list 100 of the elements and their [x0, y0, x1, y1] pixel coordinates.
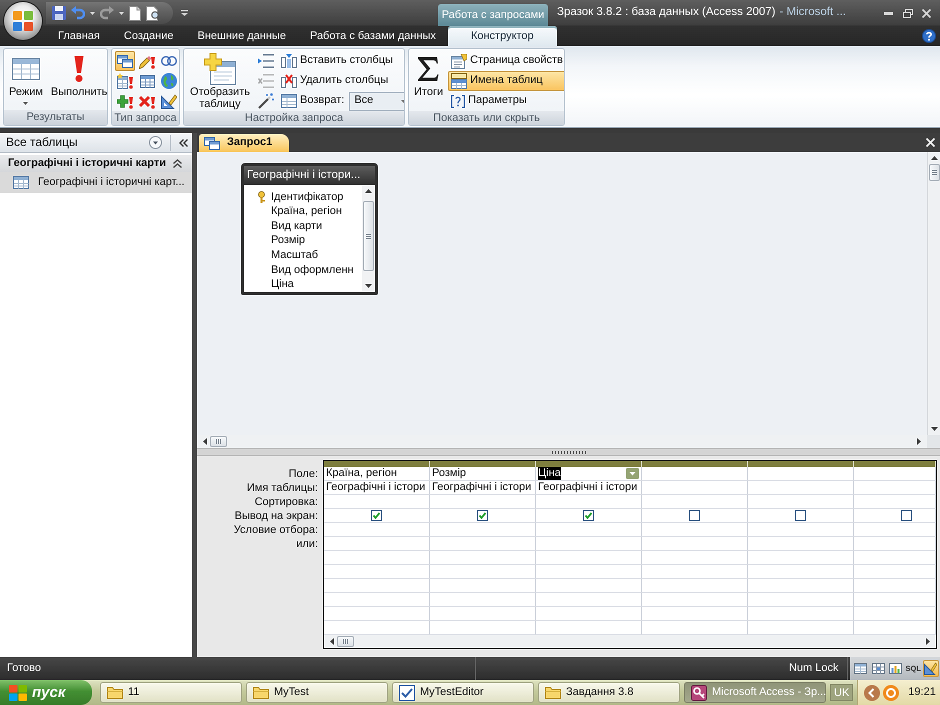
or-cell[interactable]: [324, 565, 430, 579]
column-selector[interactable]: [748, 461, 854, 467]
table-name-cell[interactable]: [748, 481, 854, 495]
or-cell[interactable]: [854, 593, 936, 607]
vertical-scrollbar[interactable]: [362, 185, 375, 292]
show-checkbox[interactable]: [583, 510, 594, 521]
scrollbar-thumb[interactable]: [337, 636, 354, 647]
show-table-button[interactable]: Отобразить таблицу: [186, 51, 254, 111]
taskbar-button[interactable]: MyTestEditor: [392, 682, 534, 703]
dropdown-circle-icon[interactable]: [149, 136, 162, 149]
or-cell[interactable]: [324, 537, 430, 551]
table-field[interactable]: Вид оформленн: [258, 262, 362, 278]
table-field[interactable]: Вид карти: [258, 219, 362, 234]
field-cell[interactable]: Країна, регіон: [324, 467, 430, 481]
page-icon[interactable]: [129, 6, 141, 20]
sort-cell[interactable]: [748, 495, 854, 509]
right-arrow-icon[interactable]: [926, 638, 930, 645]
criteria-cell[interactable]: [324, 523, 430, 537]
view-button[interactable]: [888, 660, 904, 677]
row-tool-button[interactable]: [256, 91, 276, 111]
right-arrow-icon[interactable]: [917, 438, 921, 445]
query-type-button[interactable]: [115, 71, 135, 91]
down-arrow-icon[interactable]: [365, 284, 372, 288]
row-tool-button[interactable]: [256, 51, 276, 71]
or-cell[interactable]: [430, 551, 536, 565]
show-checkbox[interactable]: [689, 510, 700, 521]
column-tool-button[interactable]: Удалить столбцы: [278, 71, 404, 91]
show-checkbox[interactable]: [901, 510, 912, 521]
field-cell[interactable]: Ціна: [536, 467, 642, 481]
left-arrow-icon[interactable]: [330, 638, 334, 645]
grip-icon[interactable]: [552, 450, 586, 454]
table-field[interactable]: Розмір: [258, 234, 362, 248]
ribbon-tab[interactable]: Внешние данные: [186, 26, 298, 46]
column-tool-button[interactable]: Вставить столбцы: [278, 51, 404, 71]
office-button[interactable]: [4, 2, 42, 40]
field-cell[interactable]: Розмір: [430, 467, 536, 481]
or-cell[interactable]: [748, 593, 854, 607]
up-arrow-icon[interactable]: [365, 189, 372, 193]
ribbon-tab[interactable]: Конструктор: [448, 26, 557, 46]
or-cell[interactable]: [642, 593, 748, 607]
or-cell[interactable]: [642, 607, 748, 621]
view-button[interactable]: [870, 660, 886, 677]
nav-item[interactable]: Географічні і історичні карт...: [0, 172, 192, 193]
table-field[interactable]: Масштаб: [258, 248, 362, 263]
or-cell[interactable]: [748, 551, 854, 565]
horizontal-scrollbar[interactable]: [324, 635, 936, 648]
redo-arrow-icon[interactable]: [100, 6, 114, 20]
criteria-cell[interactable]: [642, 523, 748, 537]
help-icon[interactable]: [922, 29, 936, 43]
table-name-cell[interactable]: Географічні і істори: [324, 481, 430, 495]
vertical-scrollbar[interactable]: [927, 152, 940, 435]
sort-cell[interactable]: [854, 495, 936, 509]
or-cell[interactable]: [642, 565, 748, 579]
double-chevron-left-icon[interactable]: [179, 138, 188, 146]
or-cell[interactable]: [430, 593, 536, 607]
view-button[interactable]: [852, 660, 869, 677]
or-cell[interactable]: [536, 551, 642, 565]
or-cell[interactable]: [642, 579, 748, 593]
ribbon-tab[interactable]: Работа с базами данных: [298, 26, 448, 46]
column-selector[interactable]: [430, 461, 536, 467]
or-cell[interactable]: [854, 565, 936, 579]
up-arrow-icon[interactable]: [930, 156, 938, 160]
criteria-cell[interactable]: [854, 523, 936, 537]
ribbon-tab[interactable]: Главная: [46, 26, 112, 46]
undo-arrow-icon[interactable]: [71, 6, 85, 20]
query-type-button[interactable]: [115, 51, 135, 71]
field-cell[interactable]: [642, 467, 748, 481]
table-field[interactable]: Країна, регіон: [258, 204, 362, 220]
taskbar-button[interactable]: Завдання 3.8: [538, 682, 680, 703]
column-selector[interactable]: [854, 461, 936, 467]
start-button[interactable]: пуск: [0, 680, 92, 705]
or-cell[interactable]: [748, 579, 854, 593]
table-name-cell[interactable]: [642, 481, 748, 495]
page-magnifier-icon[interactable]: [146, 6, 161, 20]
scrollbar-thumb[interactable]: [928, 164, 940, 181]
left-arrow-icon[interactable]: [203, 438, 207, 445]
or-cell[interactable]: [324, 593, 430, 607]
horizontal-scrollbar[interactable]: [197, 435, 927, 448]
caret-icon[interactable]: [119, 12, 124, 14]
or-cell[interactable]: [854, 551, 936, 565]
or-cell[interactable]: [854, 607, 936, 621]
ribbon-tab[interactable]: Создание: [112, 26, 186, 46]
show-checkbox[interactable]: [371, 510, 382, 521]
nav-group-header[interactable]: Географічні і історичні карти: [0, 155, 192, 172]
column-selector[interactable]: [324, 461, 430, 467]
taskbar-button[interactable]: 11: [100, 682, 242, 703]
or-cell[interactable]: [536, 565, 642, 579]
scrollbar-thumb[interactable]: [363, 201, 374, 271]
or-cell[interactable]: [324, 551, 430, 565]
ring-icon[interactable]: [883, 684, 900, 700]
field-cell[interactable]: [854, 467, 936, 481]
or-cell[interactable]: [642, 537, 748, 551]
or-cell[interactable]: [430, 607, 536, 621]
view-button[interactable]: Режим: [6, 51, 46, 110]
down-arrow-icon[interactable]: [930, 427, 938, 431]
sort-cell[interactable]: [642, 495, 748, 509]
criteria-cell[interactable]: [430, 523, 536, 537]
sort-cell[interactable]: [430, 495, 536, 509]
or-cell[interactable]: [324, 579, 430, 593]
sort-cell[interactable]: [324, 495, 430, 509]
